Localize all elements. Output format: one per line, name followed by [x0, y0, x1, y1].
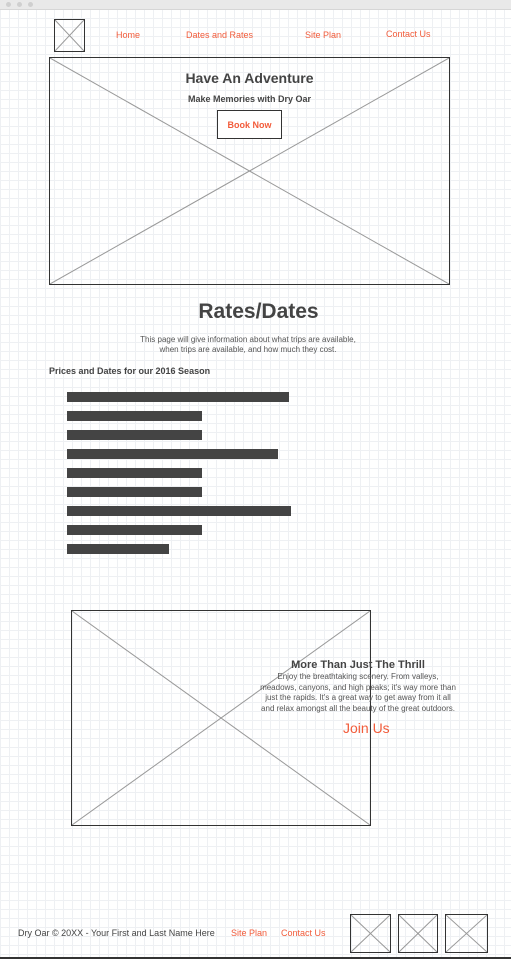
- promo-body-line: and relax amongst all the beauty of the …: [261, 703, 455, 713]
- social-icon[interactable]: [350, 914, 391, 953]
- rates-intro-line: when trips are available, and how much t…: [159, 345, 337, 354]
- price-list-text-bar: [67, 430, 202, 440]
- promo-title: More Than Just The Thrill: [291, 659, 425, 671]
- promo-body-line: Enjoy the breathtaking scenery. From val…: [277, 672, 439, 681]
- price-list: [67, 392, 307, 562]
- window-dot-icon: [17, 2, 22, 7]
- social-icon[interactable]: [398, 914, 438, 953]
- price-list-text-bar: [67, 506, 291, 516]
- social-icon[interactable]: [445, 914, 488, 953]
- nav-home-link[interactable]: Home: [116, 30, 140, 40]
- hero-title: Have An Adventure: [185, 70, 314, 86]
- price-list-text-bar: [67, 487, 202, 497]
- nav-contact-link[interactable]: Contact Us: [386, 29, 431, 39]
- window-dot-icon: [6, 2, 11, 7]
- hero-subtitle: Make Memories with Dry Oar: [187, 94, 312, 104]
- price-list-text-bar: [67, 525, 202, 535]
- nav-dates-rates-link[interactable]: Dates and Rates: [186, 30, 253, 40]
- page-title: Rates/Dates: [198, 300, 319, 323]
- join-us-link[interactable]: Join Us: [343, 720, 390, 736]
- promo-body-line: meadows, canyons, and high peaks; it's w…: [260, 682, 456, 692]
- footer-copyright: Dry Oar © 20XX - Your First and Last Nam…: [18, 928, 215, 938]
- price-list-text-bar: [67, 411, 202, 421]
- price-list-text-bar: [67, 449, 278, 459]
- rates-intro-line: This page will give information about wh…: [140, 335, 356, 344]
- price-list-text-bar: [67, 392, 289, 402]
- price-list-text-bar: [67, 468, 202, 478]
- book-now-button[interactable]: Book Now: [217, 110, 282, 139]
- logo-image-placeholder[interactable]: [54, 19, 85, 52]
- price-list-text-bar: [67, 544, 169, 554]
- window-dot-icon: [28, 2, 33, 7]
- rates-intro: This page will give information about wh…: [0, 335, 496, 355]
- footer-contact-link[interactable]: Contact Us: [281, 928, 326, 938]
- promo-image-placeholder: [71, 610, 371, 826]
- promo-body-line: just the rapids. It's a great way to get…: [265, 693, 451, 702]
- section-label: Prices and Dates for our 2016 Season: [49, 366, 211, 376]
- window-chrome: [0, 0, 511, 10]
- promo-body: Enjoy the breathtaking scenery. From val…: [238, 672, 478, 714]
- footer-site-plan-link[interactable]: Site Plan: [231, 928, 267, 938]
- nav-site-plan-link[interactable]: Site Plan: [305, 30, 341, 40]
- hero-image-placeholder: [49, 57, 450, 285]
